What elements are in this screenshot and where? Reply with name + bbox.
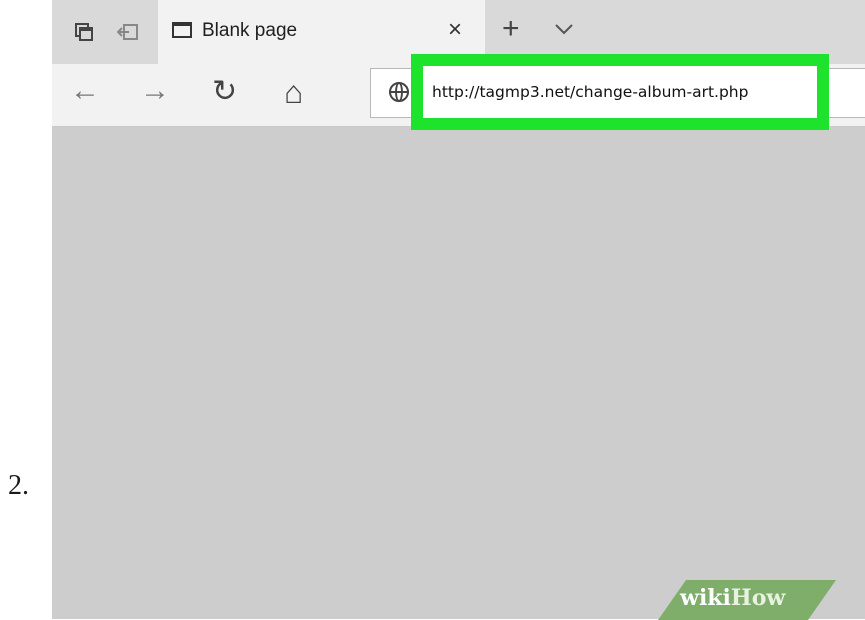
new-tab-button[interactable]: + [502,12,520,46]
set-aside-tabs-button[interactable] [108,0,148,64]
tabs-aside-icon [75,23,93,41]
globe-icon [389,82,409,102]
watermark-wiki: wiki [680,585,731,611]
url-text: http://tagmp3.net/change-album-art.php [432,83,749,101]
tab-list-button[interactable] [554,20,574,41]
url-highlight-box: http://tagmp3.net/change-album-art.php [411,54,829,130]
watermark-how: How [730,585,786,611]
tabs-aside-button[interactable] [64,0,104,64]
browser-screenshot: Blank page × + ← → ↻ ⌂ http://tagmp3.net… [52,0,865,619]
tab-title: Blank page [202,20,298,41]
refresh-button[interactable]: ↻ [212,74,237,109]
page-icon [172,22,192,38]
home-button[interactable]: ⌂ [284,74,303,111]
back-button[interactable]: ← [70,74,100,108]
step-number: 2. [8,470,29,501]
forward-button[interactable]: → [140,74,170,108]
tab-close-button[interactable]: × [448,16,462,44]
set-aside-icon [117,24,138,40]
url-field[interactable]: http://tagmp3.net/change-album-art.php [423,66,817,118]
wikihow-watermark: wikiHow [680,585,785,611]
chevron-down-icon [555,24,573,35]
